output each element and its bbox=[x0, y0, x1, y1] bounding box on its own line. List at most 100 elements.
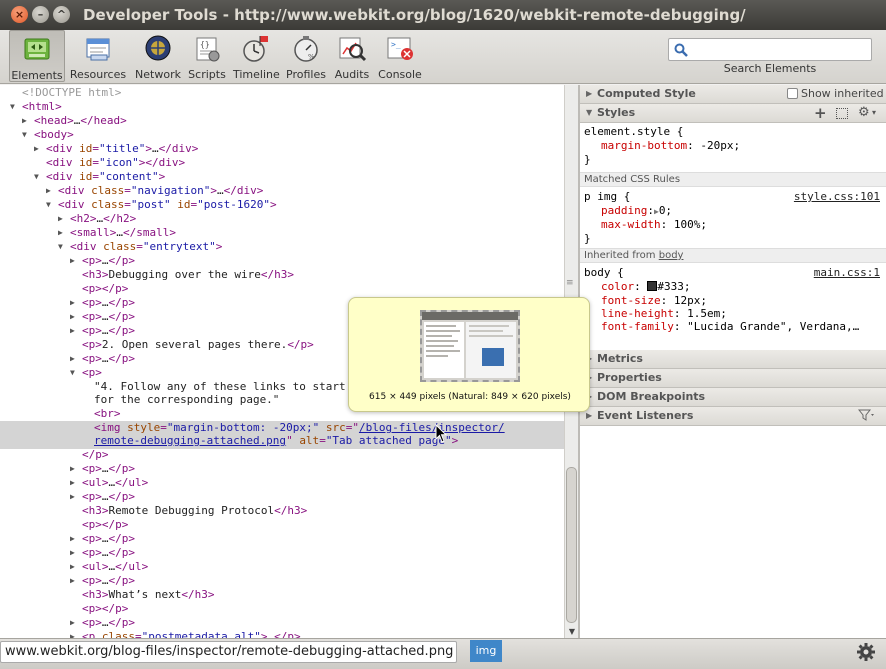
collapsed-arrow-icon[interactable]: ▶ bbox=[46, 184, 56, 198]
collapsed-arrow-icon[interactable]: ▶ bbox=[70, 560, 80, 574]
collapsed-arrow-icon[interactable]: ▶ bbox=[70, 532, 80, 546]
element-state-icon[interactable] bbox=[836, 108, 848, 119]
tree-row-p[interactable]: ▶ <p>…</p> bbox=[0, 462, 564, 476]
src-link[interactable]: /blog-files/inspector/ bbox=[359, 421, 505, 434]
expanded-arrow-icon[interactable]: ▼ bbox=[58, 240, 68, 254]
tree-row-img-selected[interactable]: <img style="margin-bottom: -20px;" src="… bbox=[0, 421, 564, 449]
chevron-down-icon[interactable]: ▾ bbox=[872, 104, 876, 122]
metrics-header[interactable]: ▶Metrics bbox=[580, 350, 886, 369]
dom-breakpoints-header[interactable]: ▶DOM Breakpoints bbox=[580, 388, 886, 407]
window-title: Developer Tools - http://www.webkit.org/… bbox=[83, 6, 746, 24]
collapsed-arrow-icon[interactable]: ▶ bbox=[58, 226, 68, 240]
maximize-window-button[interactable]: ^ bbox=[53, 6, 70, 23]
source-link[interactable]: style.css:101 bbox=[794, 190, 880, 203]
tree-row-div-navigation[interactable]: ▶ <div class="navigation">…</div> bbox=[0, 184, 564, 198]
style-property-row[interactable]: padding:▶0; bbox=[580, 204, 886, 217]
collapsed-arrow-icon[interactable]: ▶ bbox=[22, 114, 32, 128]
style-property-row[interactable]: font-size: 12px; bbox=[580, 294, 886, 307]
tree-row-p-empty[interactable]: <p></p> bbox=[0, 602, 564, 616]
expanded-arrow-icon[interactable]: ▼ bbox=[34, 170, 44, 184]
collapsed-arrow-icon[interactable]: ▶ bbox=[70, 462, 80, 476]
tree-row-doctype[interactable]: <!DOCTYPE html> bbox=[0, 86, 564, 100]
color-swatch[interactable] bbox=[647, 281, 658, 291]
tag-open: <h2> bbox=[70, 212, 97, 225]
collapsed-arrow-icon[interactable]: ▶ bbox=[70, 296, 80, 310]
tree-row-div-title[interactable]: ▶ <div id="title">…</div> bbox=[0, 142, 564, 156]
tree-row-h2[interactable]: ▶ <h2>…</h2> bbox=[0, 212, 564, 226]
style-property-row[interactable]: color: #333; bbox=[580, 280, 886, 293]
tree-row-p-meta[interactable]: ▶ <p class="postmetadata alt">…</p> bbox=[0, 630, 564, 638]
scrollbar-thumb[interactable] bbox=[566, 467, 577, 623]
tree-row-p-empty[interactable]: <p></p> bbox=[0, 282, 564, 296]
tree-row-p[interactable]: ▶ <p>…</p> bbox=[0, 254, 564, 268]
settings-gear-icon[interactable] bbox=[856, 642, 876, 662]
src-link-cont[interactable]: remote-debugging-attached.png bbox=[94, 434, 286, 447]
tree-row-div-post[interactable]: ▼ <div class="post" id="post-1620"> bbox=[0, 198, 564, 212]
properties-header[interactable]: ▶Properties bbox=[580, 369, 886, 388]
computed-style-header[interactable]: ▶ Computed Style Show inherited bbox=[580, 85, 886, 104]
tree-row-p[interactable]: ▶ <p>…</p> bbox=[0, 490, 564, 504]
style-property-row[interactable]: max-width: 100%; bbox=[580, 218, 886, 231]
collapsed-arrow-icon[interactable]: ▶ bbox=[70, 490, 80, 504]
add-rule-icon[interactable]: + bbox=[814, 104, 827, 122]
tab-profiles[interactable]: % Profiles bbox=[284, 30, 328, 82]
tree-row-p-empty[interactable]: <p></p> bbox=[0, 518, 564, 532]
tree-row-h3[interactable]: <h3>What’s next</h3> bbox=[0, 588, 564, 602]
tree-row-ul[interactable]: ▶ <ul>…</ul> bbox=[0, 560, 564, 574]
tab-resources[interactable]: Resources bbox=[69, 30, 127, 82]
tree-row-html[interactable]: ▼ <html> bbox=[0, 100, 564, 114]
tab-scripts[interactable]: {} Scripts bbox=[186, 30, 228, 82]
tree-row-small[interactable]: ▶ <small>…</small> bbox=[0, 226, 564, 240]
split-grip-icon[interactable]: ≡ bbox=[566, 278, 574, 288]
collapsed-arrow-icon[interactable]: ▶ bbox=[70, 630, 80, 638]
filter-icon[interactable] bbox=[857, 407, 876, 429]
style-property-row[interactable]: margin-bottom: -20px; bbox=[580, 139, 886, 152]
collapsed-arrow-icon[interactable]: ▶ bbox=[70, 616, 80, 630]
tab-audits[interactable]: Audits bbox=[333, 30, 371, 82]
tree-row-div-entrytext[interactable]: ▼ <div class="entrytext"> bbox=[0, 240, 564, 254]
collapsed-arrow-icon[interactable]: ▶ bbox=[34, 142, 44, 156]
gear-icon[interactable]: ⚙ bbox=[858, 104, 870, 122]
styles-header[interactable]: ▼ Styles + ⚙ ▾ bbox=[580, 104, 886, 123]
tree-row-h3[interactable]: <h3>Debugging over the wire</h3> bbox=[0, 268, 564, 282]
search-box[interactable] bbox=[668, 38, 872, 61]
tree-row-h3[interactable]: <h3>Remote Debugging Protocol</h3> bbox=[0, 504, 564, 518]
tree-row-head[interactable]: ▶ <head>…</head> bbox=[0, 114, 564, 128]
style-property-row[interactable]: font-family: "Lucida Grande", Verdana,… bbox=[580, 320, 886, 333]
tab-network[interactable]: Network bbox=[131, 30, 185, 82]
collapsed-arrow-icon[interactable]: ▶ bbox=[70, 352, 80, 366]
tab-console[interactable]: >_ Console bbox=[377, 30, 423, 82]
collapsed-arrow-icon[interactable]: ▶ bbox=[70, 254, 80, 268]
event-listeners-header[interactable]: ▶ Event Listeners bbox=[580, 407, 886, 426]
collapsed-arrow-icon[interactable]: ▶ bbox=[70, 476, 80, 490]
expanded-arrow-icon[interactable]: ▼ bbox=[22, 128, 32, 142]
expanded-arrow-icon[interactable]: ▼ bbox=[46, 198, 56, 212]
tree-row-p[interactable]: ▶ <p>…</p> bbox=[0, 532, 564, 546]
collapsed-arrow-icon[interactable]: ▶ bbox=[70, 324, 80, 338]
expanded-arrow-icon[interactable]: ▼ bbox=[70, 366, 80, 380]
scroll-down-arrow-icon[interactable]: ▼ bbox=[567, 627, 577, 636]
tree-row-ul[interactable]: ▶ <ul>…</ul> bbox=[0, 476, 564, 490]
tree-row-body[interactable]: ▼ <body> bbox=[0, 128, 564, 142]
source-link[interactable]: main.css:1 bbox=[814, 266, 880, 279]
tree-row-div-icon[interactable]: <div id="icon"></div> bbox=[0, 156, 564, 170]
collapsed-arrow-icon[interactable]: ▶ bbox=[70, 310, 80, 324]
breadcrumb-img[interactable]: img bbox=[470, 640, 502, 662]
tree-row-p[interactable]: ▶ <p>…</p> bbox=[0, 616, 564, 630]
style-property-row[interactable]: line-height: 1.5em; bbox=[580, 307, 886, 320]
show-inherited-checkbox[interactable] bbox=[787, 88, 798, 99]
expanded-arrow-icon[interactable]: ▼ bbox=[10, 100, 20, 114]
tab-elements[interactable]: Elements bbox=[9, 30, 65, 82]
tree-row-p[interactable]: ▶ <p>…</p> bbox=[0, 574, 564, 588]
collapsed-arrow-icon[interactable]: ▶ bbox=[70, 546, 80, 560]
minimize-window-button[interactable]: – bbox=[32, 6, 49, 23]
tab-timeline[interactable]: Timeline bbox=[233, 30, 280, 82]
tree-row-div-content[interactable]: ▼ <div id="content"> bbox=[0, 170, 564, 184]
search-input[interactable] bbox=[693, 41, 869, 59]
inherited-link[interactable]: body bbox=[659, 250, 684, 261]
collapsed-arrow-icon[interactable]: ▶ bbox=[58, 212, 68, 226]
tree-row-p[interactable]: ▶ <p>…</p> bbox=[0, 546, 564, 560]
collapsed-arrow-icon[interactable]: ▶ bbox=[70, 574, 80, 588]
tree-row-p-close[interactable]: </p> bbox=[0, 448, 564, 462]
close-window-button[interactable]: × bbox=[11, 6, 28, 23]
